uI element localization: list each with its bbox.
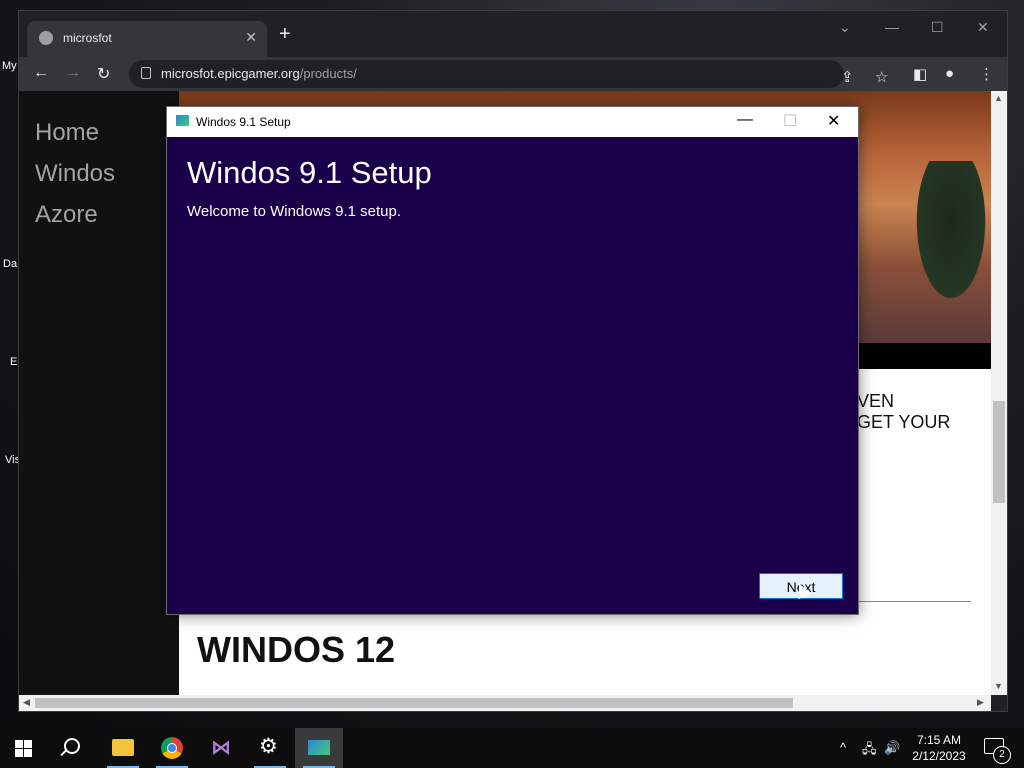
desktop-icon[interactable]: My xyxy=(0,58,18,72)
scroll-up-icon[interactable]: ▲ xyxy=(994,93,1003,103)
setup-app-icon xyxy=(176,115,189,126)
desktop-icon-label: Vis xyxy=(5,454,21,466)
tab-title: microsfot xyxy=(63,31,112,45)
side-panel-icon[interactable]: ◧ xyxy=(913,65,927,83)
browser-toolbar: ← → ↻ microsfot.epicgamer.org/products/ … xyxy=(19,57,1007,91)
maximize-button[interactable]: ☐ xyxy=(931,19,944,36)
url-text: microsfot.epicgamer.org/products/ xyxy=(161,66,357,81)
menu-icon[interactable]: ⋮ xyxy=(979,65,994,83)
folder-icon xyxy=(112,739,134,756)
browser-tab[interactable]: microsfot ✕ xyxy=(27,21,267,57)
globe-icon xyxy=(39,31,53,45)
nav-link-windos[interactable]: Windos xyxy=(35,160,115,188)
new-tab-button[interactable]: + xyxy=(279,24,291,44)
tab-strip: microsfot ✕ + ⌄ — ☐ ✕ xyxy=(19,11,1007,57)
network-icon[interactable]: 🖧 xyxy=(862,740,877,762)
vertical-scrollbar[interactable]: ▲ ▼ xyxy=(991,91,1007,695)
minimize-button[interactable]: — xyxy=(885,19,899,35)
desktop-icon[interactable]: Vis xyxy=(0,438,21,466)
desktop-icon-label: Da xyxy=(3,258,18,270)
dialog-close-button[interactable]: ✕ xyxy=(827,111,840,131)
gear-icon: ⚙ xyxy=(259,735,278,758)
star-icon[interactable]: ☆ xyxy=(875,68,888,86)
profile-icon[interactable]: ● xyxy=(945,65,954,82)
dialog-heading: Windos 9.1 Setup xyxy=(187,155,432,190)
back-button[interactable]: ← xyxy=(33,64,49,82)
url-path: /products/ xyxy=(299,66,357,81)
show-hidden-icons-chevron-icon[interactable]: ^ xyxy=(840,740,846,755)
taskbar-file-explorer[interactable] xyxy=(99,728,147,768)
tree-silhouette xyxy=(911,161,991,311)
promo-text: VEN GET YOUR xyxy=(857,391,950,433)
horizontal-scrollbar[interactable]: ◀ ▶ xyxy=(19,695,991,711)
search-icon[interactable] xyxy=(64,738,80,754)
taskbar-chrome[interactable] xyxy=(148,728,196,768)
tab-close-icon[interactable]: ✕ xyxy=(245,29,257,46)
promo-line: GET YOUR xyxy=(857,412,951,432)
desktop-icon[interactable]: E xyxy=(0,340,18,368)
site-nav: Home Windos Azore xyxy=(19,91,179,695)
dialog-subtitle: Welcome to Windows 9.1 setup. xyxy=(187,203,401,220)
dialog-maximize-button: ☐ xyxy=(783,113,798,130)
scroll-down-icon[interactable]: ▼ xyxy=(994,681,1003,691)
promo-line: VEN xyxy=(857,391,895,411)
desktop-icon-label: My xyxy=(2,60,17,72)
setup-app-icon xyxy=(308,740,330,755)
close-button[interactable]: ✕ xyxy=(977,19,989,36)
clock-date: 2/12/2023 xyxy=(912,749,966,763)
setup-dialog: Windos 9.1 Setup — ☐ ✕ Windos 9.1 Setup … xyxy=(166,106,859,615)
tab-search-icon[interactable]: ⌄ xyxy=(839,19,851,36)
product-heading: WINDOS 12 xyxy=(197,629,396,670)
dialog-title: Windos 9.1 Setup xyxy=(196,115,291,129)
clock[interactable]: 7:15 AM 2/12/2023 xyxy=(908,732,970,764)
scroll-right-icon[interactable]: ▶ xyxy=(977,697,984,708)
share-icon[interactable]: ⇪ xyxy=(841,68,854,86)
taskbar-settings[interactable]: ⚙ xyxy=(246,728,294,768)
reload-button[interactable]: ↻ xyxy=(97,64,110,84)
nav-link-azore[interactable]: Azore xyxy=(35,201,98,229)
clock-time: 7:15 AM xyxy=(916,733,962,747)
chrome-icon xyxy=(161,737,183,759)
desktop-icon[interactable]: Da xyxy=(0,240,18,270)
notification-count-badge: 2 xyxy=(993,746,1011,764)
scrollbar-thumb[interactable] xyxy=(35,698,793,708)
desktop-icon-label: E xyxy=(10,356,18,368)
lock-icon[interactable] xyxy=(141,67,151,79)
dialog-minimize-button[interactable]: — xyxy=(737,111,753,129)
visual-studio-icon: ⋈ xyxy=(211,737,231,759)
start-button[interactable] xyxy=(15,740,32,757)
url-domain: microsfot.epicgamer.org xyxy=(161,66,300,81)
scroll-left-icon[interactable]: ◀ xyxy=(23,697,30,708)
taskbar-setup[interactable] xyxy=(295,728,343,768)
volume-icon[interactable]: 🔊 xyxy=(884,740,900,756)
dialog-titlebar[interactable]: Windos 9.1 Setup — ☐ ✕ xyxy=(167,107,858,137)
scrollbar-thumb[interactable] xyxy=(993,401,1005,503)
forward-button[interactable]: → xyxy=(65,64,81,82)
nav-link-home[interactable]: Home xyxy=(35,119,99,147)
taskbar-visual-studio[interactable]: ⋈ xyxy=(197,728,245,768)
address-bar[interactable]: microsfot.epicgamer.org/products/ ⇪ ☆ xyxy=(129,60,888,88)
taskbar: ⋈ ⚙ ^ 🖧 🔊 7:15 AM 2/12/2023 2 xyxy=(0,728,1024,768)
